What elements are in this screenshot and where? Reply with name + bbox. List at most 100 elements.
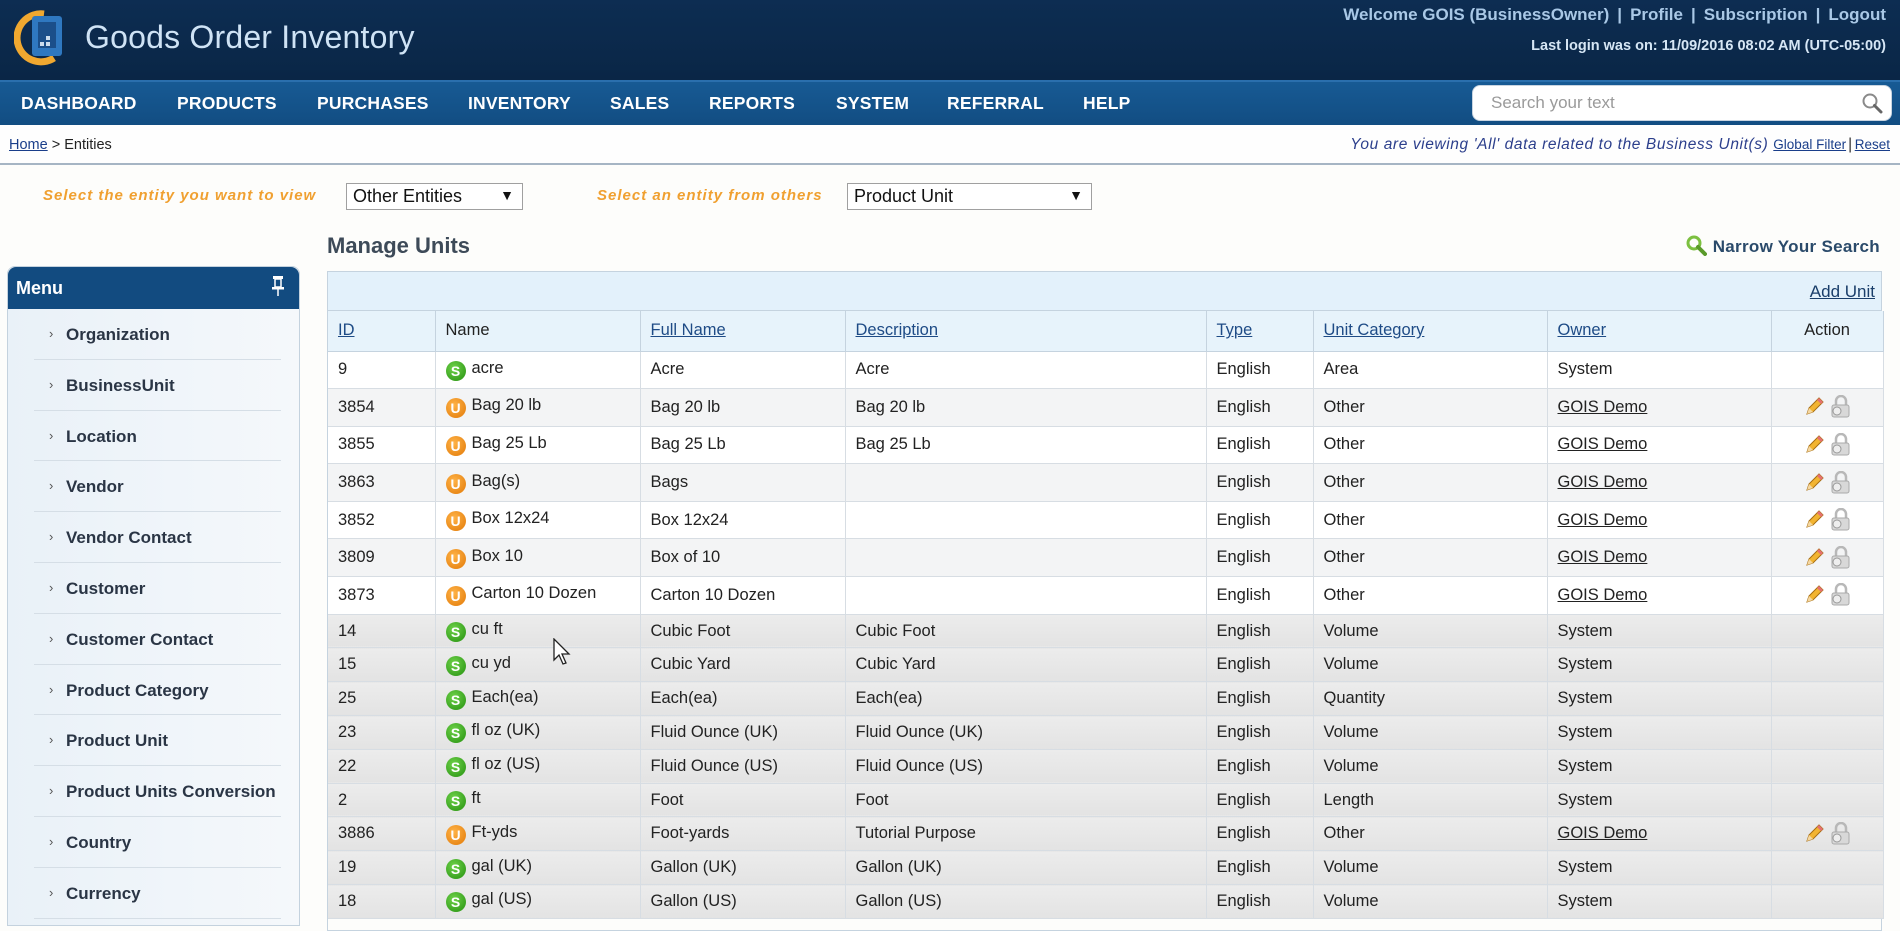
sidebar-item-customer-contact[interactable]: › Customer Contact: [34, 614, 281, 665]
owner-link[interactable]: GOIS Demo: [1558, 586, 1648, 604]
sort-full-name-link[interactable]: Full Name: [651, 321, 726, 339]
logout-link[interactable]: Logout: [1828, 5, 1886, 24]
delete-lock-icon[interactable]: [1829, 583, 1851, 607]
col-owner[interactable]: Owner: [1547, 311, 1772, 352]
table-row[interactable]: 9 Sacre Acre Acre English Area System: [328, 351, 1884, 390]
cell-full-name: Bag 25 Lb: [640, 426, 846, 465]
reset-link[interactable]: Reset: [1855, 137, 1890, 152]
table-row[interactable]: 2 Sft Foot Foot English Length System: [328, 783, 1884, 818]
delete-lock-icon[interactable]: [1829, 470, 1851, 495]
other-entity-select[interactable]: Product Unit ▼: [847, 183, 1092, 210]
owner-link[interactable]: GOIS Demo: [1558, 548, 1648, 566]
sidebar-item-vendor[interactable]: › Vendor: [34, 461, 281, 513]
sort-id-link[interactable]: ID: [338, 321, 355, 339]
cell-type: English: [1206, 614, 1314, 649]
owner-link[interactable]: GOIS Demo: [1558, 398, 1648, 416]
table-row[interactable]: 22 Sfl oz (US) Fluid Ounce (US) Fluid Ounce…: [328, 749, 1884, 784]
cell-full-name: Fluid Ounce (US): [640, 749, 846, 784]
breadcrumb-home[interactable]: Home: [9, 137, 48, 153]
cell-type: English: [1206, 850, 1314, 886]
cell-action: [1771, 426, 1884, 465]
sidebar-item-product-units-conversion[interactable]: › Product Units Conversion: [34, 766, 281, 817]
nav-help[interactable]: HELP: [1083, 93, 1130, 114]
col-full-name[interactable]: Full Name: [640, 311, 846, 352]
table-row[interactable]: 18 Sgal (US) Gallon (US) Gallon (US) English…: [328, 884, 1884, 919]
profile-link[interactable]: Profile: [1630, 5, 1683, 24]
add-unit-link[interactable]: Add Unit: [1810, 282, 1875, 302]
entity-select[interactable]: Other Entities ▼: [346, 183, 523, 210]
edit-pencil-icon[interactable]: [1803, 396, 1825, 418]
table-row[interactable]: 3886 U Ft-yds Foot-yards Tutorial Purpose Eng…: [328, 816, 1884, 852]
delete-lock-icon[interactable]: [1829, 545, 1851, 570]
delete-lock-icon[interactable]: [1829, 395, 1851, 419]
nav-dashboard[interactable]: DASHBOARD: [21, 93, 137, 114]
cell-description: [845, 501, 1207, 540]
owner-link[interactable]: GOIS Demo: [1558, 511, 1648, 529]
nav-system[interactable]: SYSTEM: [836, 93, 909, 114]
sidebar-item-businessunit[interactable]: › BusinessUnit: [34, 360, 281, 411]
owner-text: System: [1557, 858, 1613, 877]
edit-pencil-icon[interactable]: [1803, 547, 1825, 569]
cell-full-name: Cubic Yard: [640, 647, 846, 683]
cell-description: Cubic Yard: [845, 647, 1207, 683]
menu-title: Menu: [16, 278, 63, 298]
edit-pencil-icon[interactable]: [1803, 434, 1825, 456]
sidebar-item-label: Product Units Conversion: [66, 782, 276, 802]
nav-sales[interactable]: SALES: [610, 93, 669, 114]
edit-pencil-icon[interactable]: [1803, 509, 1825, 531]
edit-pencil-icon[interactable]: [1803, 472, 1825, 494]
delete-lock-icon[interactable]: [1829, 432, 1851, 457]
col-unit-category[interactable]: Unit Category: [1313, 311, 1548, 352]
sidebar-item-vendor-contact[interactable]: › Vendor Contact: [34, 512, 281, 563]
search-input[interactable]: [1473, 86, 1853, 120]
delete-lock-icon[interactable]: [1829, 821, 1851, 846]
nav-reports[interactable]: REPORTS: [709, 93, 795, 114]
sidebar-item-label: Product Category: [66, 680, 209, 700]
sidebar-item-country[interactable]: › Country: [34, 817, 281, 868]
sidebar-item-product-unit[interactable]: › Product Unit: [34, 715, 281, 767]
sidebar-item-location[interactable]: › Location: [34, 411, 281, 462]
table-row[interactable]: 3809 U Box 10 Box of 10 English Other GOIS Dem…: [328, 538, 1884, 578]
cell-type: English: [1206, 783, 1314, 818]
col-id[interactable]: ID: [328, 311, 436, 352]
nav-inventory[interactable]: INVENTORY: [468, 93, 571, 114]
edit-pencil-icon[interactable]: [1803, 584, 1825, 606]
delete-lock-icon[interactable]: [1829, 508, 1851, 532]
table-row[interactable]: 3873 U Carton 10 Dozen Carton 10 Dozen Engli…: [328, 576, 1884, 615]
nav-purchases[interactable]: PURCHASES: [317, 93, 429, 114]
sidebar-item-product-category[interactable]: › Product Category: [34, 665, 281, 716]
owner-link[interactable]: GOIS Demo: [1558, 435, 1648, 453]
table-row[interactable]: 19 Sgal (UK) Gallon (UK) Gallon (UK) English…: [328, 850, 1884, 886]
sidebar-item-organization[interactable]: › Organization: [34, 309, 281, 360]
cell-type: English: [1206, 463, 1314, 502]
cell-full-name: Cubic Foot: [640, 614, 846, 649]
col-type[interactable]: Type: [1206, 311, 1314, 352]
sidebar-menu: Menu › Organization › BusinessUnit › Location…: [7, 266, 300, 926]
sidebar-item-customer[interactable]: › Customer: [34, 563, 281, 614]
sort-unit-category-link[interactable]: Unit Category: [1324, 321, 1425, 339]
nav-products[interactable]: PRODUCTS: [177, 93, 277, 114]
cell-owner: GOIS Demo: [1547, 501, 1772, 540]
sort-owner-link[interactable]: Owner: [1558, 321, 1607, 339]
sort-type-link[interactable]: Type: [1217, 321, 1253, 339]
subscription-link[interactable]: Subscription: [1704, 5, 1808, 24]
table-row[interactable]: 25 S Each(ea) Each(ea) Each(ea) English Quanti…: [328, 681, 1884, 717]
table-row[interactable]: 23 Sfl oz (UK) Fluid Ounce (UK) Fluid Ounce…: [328, 715, 1884, 750]
search-icon[interactable]: [1861, 92, 1883, 114]
pin-icon[interactable]: [271, 275, 285, 302]
edit-pencil-icon[interactable]: [1803, 823, 1825, 845]
table-row[interactable]: 3854 U Bag 20 lb Bag 20 lb Bag 20 lb English O…: [328, 388, 1884, 427]
table-row[interactable]: 3855 U Bag 25 Lb Bag 25 Lb Bag 25 Lb English O…: [328, 426, 1884, 465]
narrow-search-button[interactable]: Narrow Your Search: [1685, 234, 1880, 257]
unit-name: acre: [471, 358, 504, 377]
table-row[interactable]: 3852 U Box 12x24 Box 12x24 English Other GOIS …: [328, 501, 1884, 540]
cell-description: Cubic Foot: [845, 614, 1207, 649]
col-description[interactable]: Description: [845, 311, 1207, 352]
global-filter-link[interactable]: Global Filter: [1773, 137, 1846, 152]
sort-description-link[interactable]: Description: [856, 321, 939, 339]
owner-link[interactable]: GOIS Demo: [1558, 473, 1648, 491]
sidebar-item-currency[interactable]: › Currency: [34, 868, 281, 919]
owner-link[interactable]: GOIS Demo: [1558, 824, 1648, 842]
table-row[interactable]: 3863 U Bag(s) Bags English Other GOIS Demo: [328, 463, 1884, 502]
nav-referral[interactable]: REFERRAL: [947, 93, 1044, 114]
